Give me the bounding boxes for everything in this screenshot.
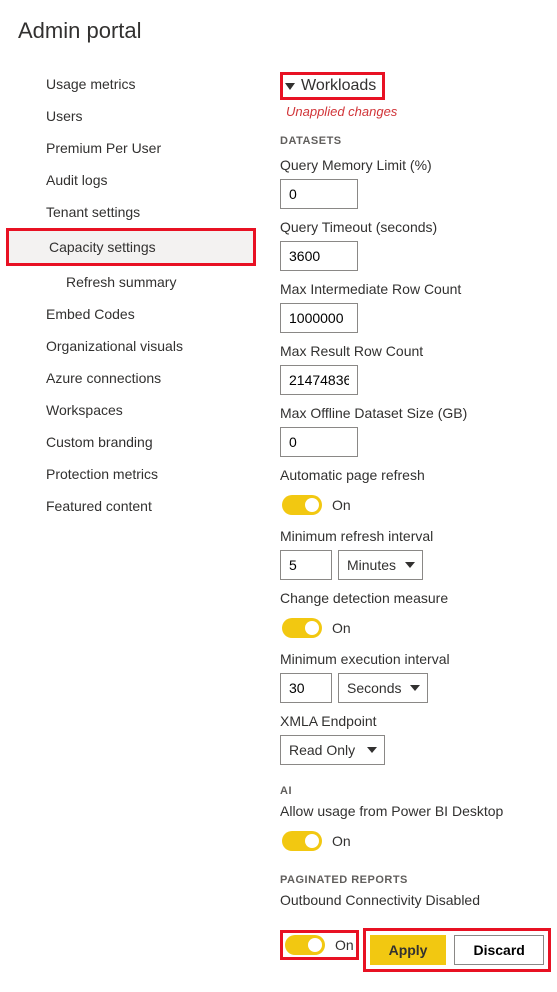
max-result-input[interactable] [280, 365, 358, 395]
min-exec-unit-select[interactable]: Seconds [338, 673, 428, 703]
workloads-header-label: Workloads [301, 77, 376, 95]
sidebar: Usage metrics Users Premium Per User Aud… [18, 68, 256, 972]
change-detection-label: Change detection measure [280, 590, 557, 606]
sidebar-item-azure-connections[interactable]: Azure connections [18, 362, 256, 394]
outbound-state: On [335, 937, 354, 953]
sidebar-item-capacity-settings[interactable]: Capacity settings [6, 228, 256, 266]
xmla-label: XMLA Endpoint [280, 713, 557, 729]
sidebar-item-users[interactable]: Users [18, 100, 256, 132]
chevron-down-icon [285, 83, 295, 90]
outbound-toggle[interactable] [285, 935, 325, 955]
sidebar-item-featured-content[interactable]: Featured content [18, 490, 256, 522]
sidebar-subitem-refresh-summary[interactable]: Refresh summary [18, 266, 256, 298]
sidebar-item-audit-logs[interactable]: Audit logs [18, 164, 256, 196]
datasets-group-label: DATASETS [280, 135, 557, 147]
paginated-group-label: PAGINATED REPORTS [280, 874, 557, 886]
content-panel: Workloads Unapplied changes DATASETS Que… [280, 68, 557, 972]
min-exec-label: Minimum execution interval [280, 651, 557, 667]
xmla-select[interactable]: Read Only [280, 735, 385, 765]
auto-page-refresh-label: Automatic page refresh [280, 467, 557, 483]
sidebar-item-organizational-visuals[interactable]: Organizational visuals [18, 330, 256, 362]
discard-button[interactable]: Discard [454, 935, 543, 965]
change-detection-state: On [332, 620, 351, 636]
sidebar-item-custom-branding[interactable]: Custom branding [18, 426, 256, 458]
sidebar-item-workspaces[interactable]: Workspaces [18, 394, 256, 426]
apply-button[interactable]: Apply [370, 935, 447, 965]
sidebar-item-tenant-settings[interactable]: Tenant settings [18, 196, 256, 228]
unapplied-changes-text: Unapplied changes [286, 104, 557, 119]
sidebar-item-protection-metrics[interactable]: Protection metrics [18, 458, 256, 490]
change-detection-toggle[interactable] [282, 618, 322, 638]
query-timeout-label: Query Timeout (seconds) [280, 219, 557, 235]
max-intermediate-input[interactable] [280, 303, 358, 333]
workloads-header[interactable]: Workloads [280, 72, 385, 100]
ai-allow-toggle[interactable] [282, 831, 322, 851]
min-refresh-label: Minimum refresh interval [280, 528, 557, 544]
ai-allow-state: On [332, 833, 351, 849]
auto-page-refresh-toggle[interactable] [282, 495, 322, 515]
outbound-label: Outbound Connectivity Disabled [280, 892, 557, 908]
max-offline-input[interactable] [280, 427, 358, 457]
min-refresh-input[interactable] [280, 550, 332, 580]
sidebar-item-usage-metrics[interactable]: Usage metrics [18, 68, 256, 100]
sidebar-item-embed-codes[interactable]: Embed Codes [18, 298, 256, 330]
sidebar-item-premium-per-user[interactable]: Premium Per User [18, 132, 256, 164]
max-result-label: Max Result Row Count [280, 343, 557, 359]
query-memory-label: Query Memory Limit (%) [280, 157, 557, 173]
ai-group-label: AI [280, 785, 557, 797]
max-intermediate-label: Max Intermediate Row Count [280, 281, 557, 297]
page-title: Admin portal [18, 18, 557, 44]
ai-allow-label: Allow usage from Power BI Desktop [280, 803, 557, 819]
min-refresh-unit-select[interactable]: Minutes [338, 550, 423, 580]
query-timeout-input[interactable] [280, 241, 358, 271]
query-memory-input[interactable] [280, 179, 358, 209]
auto-page-refresh-state: On [332, 497, 351, 513]
min-exec-input[interactable] [280, 673, 332, 703]
max-offline-label: Max Offline Dataset Size (GB) [280, 405, 557, 421]
